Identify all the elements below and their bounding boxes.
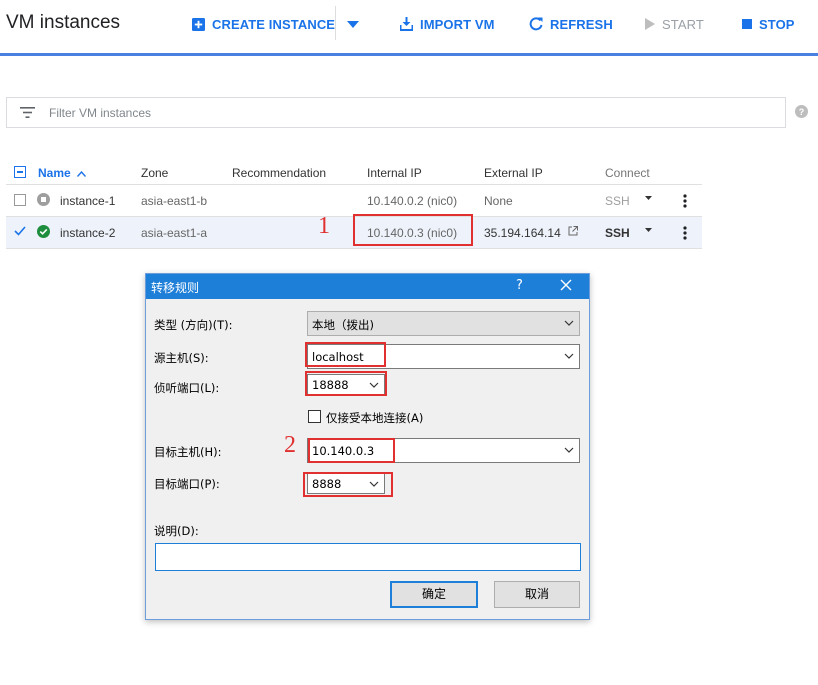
ssh-dropdown-icon[interactable] xyxy=(645,196,652,200)
svg-text:?: ? xyxy=(799,107,805,117)
type-value: 本地（拨出) xyxy=(312,318,374,332)
port-forwarding-dialog: 转移规则 ? 类型 (方向)(T): 本地（拨出) 源主机(S): localh… xyxy=(145,273,590,620)
source-host-label: 源主机(S): xyxy=(154,351,209,365)
create-instance-button[interactable]: CREATE INSTANCE xyxy=(192,14,335,34)
local-only-checkbox[interactable] xyxy=(308,410,321,423)
chevron-down-icon xyxy=(564,447,574,453)
target-port-label: 目标端口(P): xyxy=(154,477,220,491)
filter-bar xyxy=(6,97,786,128)
checkmark-icon[interactable] xyxy=(14,226,26,236)
chevron-down-icon xyxy=(564,353,574,359)
column-recommendation[interactable]: Recommendation xyxy=(232,166,326,180)
cancel-button[interactable]: 取消 xyxy=(494,581,580,608)
more-vert-icon[interactable] xyxy=(683,194,687,208)
import-vm-label: IMPORT VM xyxy=(420,16,495,32)
start-label: START xyxy=(662,16,704,32)
toolbar-divider xyxy=(335,6,336,40)
table-row[interactable]: instance-1 asia-east1-b 10.140.0.2 (nic0… xyxy=(6,185,702,217)
screen: VM instances CREATE INSTANCE IMPORT VM R… xyxy=(0,0,818,685)
add-box-icon xyxy=(192,17,205,31)
import-vm-button[interactable]: IMPORT VM xyxy=(400,14,495,34)
column-external-ip[interactable]: External IP xyxy=(484,166,543,180)
sort-arrow-up-icon xyxy=(77,170,87,177)
page-header: VM instances CREATE INSTANCE IMPORT VM R… xyxy=(0,0,818,53)
more-vert-icon[interactable] xyxy=(683,226,687,240)
type-label: 类型 (方向)(T): xyxy=(154,318,233,332)
ok-button[interactable]: 确定 xyxy=(390,581,478,608)
column-connect: Connect xyxy=(605,166,650,180)
refresh-icon xyxy=(529,17,543,31)
instance-name[interactable]: instance-2 xyxy=(60,226,115,240)
filter-icon xyxy=(20,107,35,118)
stop-button[interactable]: STOP xyxy=(742,14,795,34)
import-icon xyxy=(400,17,413,31)
column-name[interactable]: Name xyxy=(38,166,87,180)
dialog-help-button[interactable]: ? xyxy=(516,278,523,293)
create-instance-label: CREATE INSTANCE xyxy=(212,16,336,32)
ssh-button[interactable]: SSH xyxy=(605,226,630,240)
table-header: Name Zone Recommendation Internal IP Ext… xyxy=(6,160,702,185)
start-button[interactable]: START xyxy=(645,14,704,34)
ssh-button[interactable]: SSH xyxy=(605,194,630,208)
annotation-box-listen-port xyxy=(305,371,387,396)
target-host-label: 目标主机(H): xyxy=(154,445,222,459)
annotation-number-1: 1 xyxy=(318,213,330,239)
listen-port-label: 侦听端口(L): xyxy=(154,381,220,395)
description-label: 说明(D): xyxy=(154,524,199,538)
caret-down-icon xyxy=(347,20,359,28)
page-title: VM instances xyxy=(6,12,121,33)
instance-zone: asia-east1-b xyxy=(141,194,208,208)
row-checkbox[interactable] xyxy=(14,194,26,206)
status-running-icon xyxy=(37,225,50,238)
type-select[interactable]: 本地（拨出) xyxy=(307,311,580,336)
annotation-number-2: 2 xyxy=(284,432,296,458)
local-only-label: 仅接受本地连接(A) xyxy=(326,411,424,425)
dialog-titlebar: 转移规则 ? xyxy=(146,274,589,299)
refresh-button[interactable]: REFRESH xyxy=(529,14,613,34)
header-rule xyxy=(0,53,818,56)
instance-internal-ip: 10.140.0.2 (nic0) xyxy=(367,194,458,208)
play-icon xyxy=(645,18,655,30)
annotation-box-target-host xyxy=(308,438,395,463)
chevron-down-icon xyxy=(564,320,574,326)
instance-zone: asia-east1-a xyxy=(141,226,208,240)
status-stopped-icon xyxy=(37,193,50,206)
annotation-box-target-port xyxy=(303,472,393,497)
instance-external-ip: None xyxy=(484,194,513,208)
instance-external-ip: 35.194.164.14 xyxy=(484,226,561,240)
ssh-dropdown-icon[interactable] xyxy=(645,228,652,232)
stop-icon xyxy=(742,19,752,29)
stop-label: STOP xyxy=(759,16,795,32)
close-icon[interactable] xyxy=(560,279,572,291)
external-link-icon[interactable] xyxy=(568,226,578,236)
refresh-label: REFRESH xyxy=(550,16,613,32)
instance-name[interactable]: instance-1 xyxy=(60,194,115,208)
create-dropdown-button[interactable] xyxy=(347,14,366,34)
help-icon[interactable]: ? xyxy=(795,105,808,118)
column-internal-ip[interactable]: Internal IP xyxy=(367,166,422,180)
description-input[interactable] xyxy=(155,543,581,571)
select-all-checkbox[interactable] xyxy=(14,166,26,178)
dialog-title: 转移规则 xyxy=(151,281,200,295)
filter-input[interactable] xyxy=(49,105,649,120)
annotation-box-internal-ip xyxy=(353,214,473,246)
annotation-box-source-host xyxy=(305,342,386,367)
column-zone[interactable]: Zone xyxy=(141,166,168,180)
